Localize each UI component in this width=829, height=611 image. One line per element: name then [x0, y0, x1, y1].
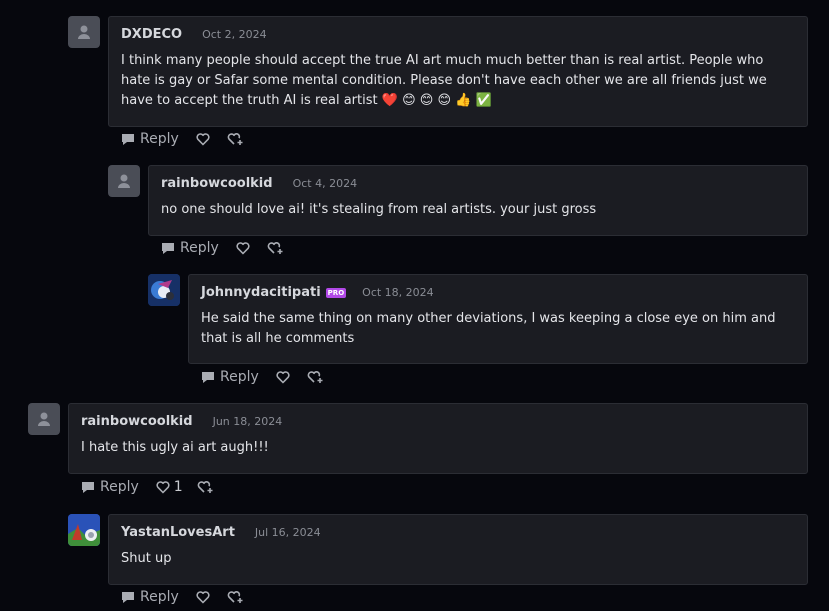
comment-actions: Reply [120, 131, 245, 147]
default-user-icon [118, 174, 130, 188]
add-reaction-button[interactable] [267, 240, 285, 256]
reply-button[interactable]: Reply [200, 369, 259, 385]
heart-plus-icon [197, 481, 213, 493]
heart-plus-icon [307, 371, 323, 383]
comment-date[interactable]: Oct 2, 2024 [202, 28, 267, 41]
reply-button[interactable]: Reply [120, 131, 179, 147]
reply-label: Reply [100, 479, 139, 495]
comment-body: no one should love ai! it's stealing fro… [161, 202, 597, 217]
username[interactable]: rainbowcoolkid [81, 414, 193, 429]
reply-button[interactable]: Reply [160, 240, 219, 256]
like-count: 1 [173, 479, 183, 495]
reply-button[interactable]: Reply [80, 479, 139, 495]
heart-plus-icon [227, 133, 243, 145]
username[interactable]: Johnnydacitipati [201, 285, 321, 300]
default-user-icon [38, 412, 50, 426]
comment-body: I think many people should accept the tr… [121, 51, 793, 111]
comment-card: YastanLovesArt Jul 16, 2024 Shut up [108, 514, 808, 585]
avatar[interactable] [148, 274, 180, 306]
comment-body: I hate this ugly ai art augh!!! [81, 440, 269, 455]
comment-date[interactable]: Jul 16, 2024 [255, 526, 321, 539]
heart-icon [196, 133, 210, 146]
avatar[interactable] [108, 165, 140, 197]
user-avatar-image [68, 514, 100, 546]
avatar[interactable] [68, 16, 100, 48]
heart-icon [276, 371, 290, 384]
reply-label: Reply [180, 240, 219, 256]
speech-bubble-icon [122, 134, 134, 145]
heart-plus-icon [267, 242, 283, 254]
comment-body: Shut up [121, 551, 172, 566]
comment-body: He said the same thing on many other dev… [201, 311, 776, 346]
comment-card: rainbowcoolkid Jun 18, 2024 I hate this … [68, 403, 808, 474]
like-button[interactable] [195, 131, 211, 147]
add-reaction-button[interactable] [197, 479, 215, 495]
add-reaction-button[interactable] [227, 131, 245, 147]
comment-card: rainbowcoolkid Oct 4, 2024 no one should… [148, 165, 808, 236]
add-reaction-button[interactable] [227, 589, 245, 605]
comment-actions: Reply [120, 589, 245, 605]
username[interactable]: DXDECO [121, 27, 182, 42]
comment-actions: Reply [200, 369, 325, 385]
comment-date[interactable]: Oct 4, 2024 [293, 177, 358, 190]
speech-bubble-icon [162, 243, 174, 254]
comment-emojis: ❤️ 😊 😊 😊 👍 ✅ [381, 93, 492, 108]
speech-bubble-icon [82, 482, 94, 493]
comment-date[interactable]: Oct 18, 2024 [362, 286, 434, 299]
speech-bubble-icon [122, 592, 134, 603]
user-avatar-image [148, 274, 180, 306]
username[interactable]: YastanLovesArt [121, 525, 235, 540]
like-button[interactable] [235, 240, 251, 256]
comment-actions: Reply 1 [80, 479, 215, 495]
like-button[interactable] [275, 369, 291, 385]
add-reaction-button[interactable] [307, 369, 325, 385]
heart-icon [196, 591, 210, 604]
comment-actions: Reply [160, 240, 285, 256]
like-button[interactable] [195, 589, 211, 605]
heart-icon [236, 242, 250, 255]
username[interactable]: rainbowcoolkid [161, 176, 273, 191]
reply-label: Reply [140, 589, 179, 605]
reply-label: Reply [140, 131, 179, 147]
comment-date[interactable]: Jun 18, 2024 [213, 415, 283, 428]
like-button[interactable]: 1 [155, 479, 183, 495]
heart-icon [156, 481, 170, 494]
pro-badge: PRO [325, 287, 347, 298]
comment-card: DXDECO Oct 2, 2024 I think many people s… [108, 16, 808, 127]
reply-button[interactable]: Reply [120, 589, 179, 605]
heart-plus-icon [227, 591, 243, 603]
comment-card: Johnnydacitipati PRO Oct 18, 2024 He sai… [188, 274, 808, 364]
avatar[interactable] [68, 514, 100, 546]
default-user-icon [78, 25, 90, 39]
reply-label: Reply [220, 369, 259, 385]
speech-bubble-icon [202, 372, 214, 383]
avatar[interactable] [28, 403, 60, 435]
